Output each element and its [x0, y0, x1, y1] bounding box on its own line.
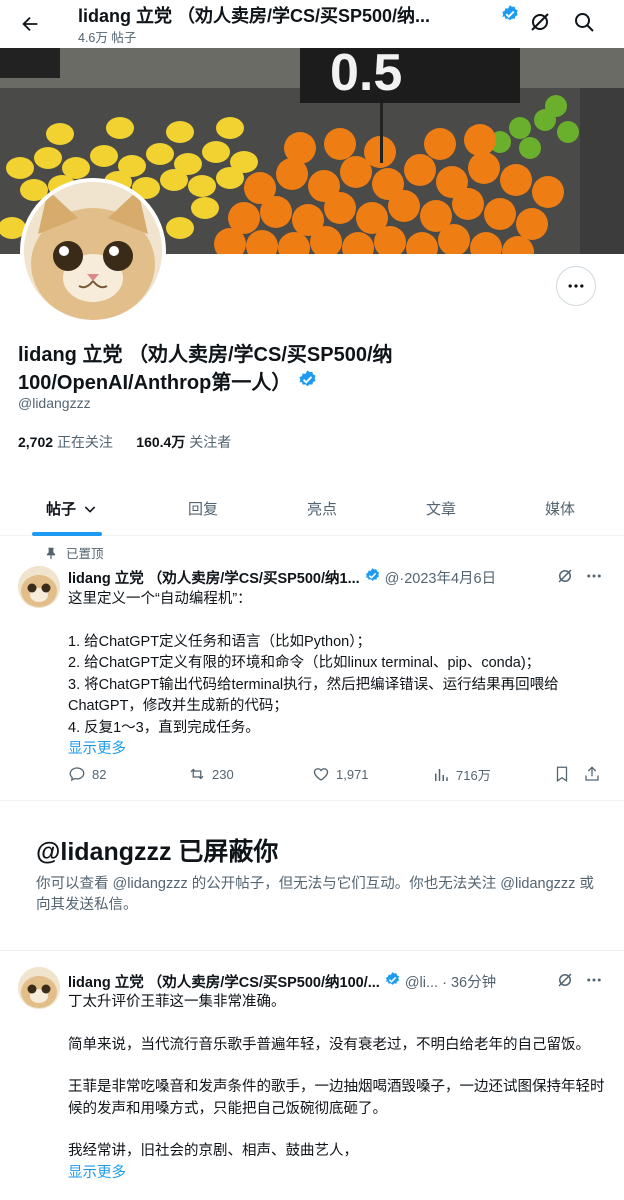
tweet-line: 3. 将ChatGPT输出代码给terminal执行，然后把编译错误、运行结果再…: [68, 676, 559, 715]
tweet-text: 丁太升评价王菲这一集非常准确。 简单来说，当代流行音乐歌手普遍年轻，没有衰老过，…: [68, 992, 608, 1184]
tab-posts-label: 帖子: [46, 501, 77, 518]
views-chart-icon: [435, 768, 448, 781]
tweet-line: 我经常讲，旧社会的京剧、相声、鼓曲艺人，: [68, 1143, 358, 1159]
tweet-line: 简单来说，当代流行音乐歌手普遍年轻，没有衰老过，不明白给老年的自己留饭。: [68, 1036, 590, 1053]
pin-icon: [46, 547, 56, 559]
tweet-line: 这里定义一个“自动编程机”：: [68, 591, 252, 607]
profile-name: lidang 立党 （劝人卖房/学CS/买SP500/纳 100/OpenAI/…: [18, 342, 618, 398]
blocked-title: @lidangzzz 已屏蔽你: [36, 838, 279, 866]
show-more-link[interactable]: 显示更多: [68, 739, 608, 761]
profile-name-line2: 100/OpenAI/Anthrop第一人）: [18, 372, 292, 394]
reply-button[interactable]: 82: [68, 765, 106, 783]
verified-badge-icon: [384, 971, 401, 992]
tab-articles[interactable]: 文章: [426, 498, 456, 519]
following-label: 正在关注: [56, 434, 113, 450]
tweet-avatar[interactable]: [18, 566, 60, 608]
tweet-line: 1. 给ChatGPT定义任务和语言（比如Python）；: [68, 633, 371, 650]
like-button[interactable]: 1,971: [312, 765, 369, 783]
grok-icon[interactable]: [556, 567, 574, 590]
reply-count: 82: [92, 766, 107, 782]
header-title: lidang 立党 （劝人卖房/学CS/买SP500/纳...: [78, 6, 431, 26]
tweet-actions: 82 230 1,971 716万: [68, 765, 608, 787]
following-link[interactable]: 2,702 正在关注: [18, 434, 113, 450]
tweet-meta[interactable]: @·2023年4月6日: [385, 567, 496, 588]
heart-icon: [313, 768, 329, 781]
grok-icon[interactable]: [556, 971, 574, 994]
tweet-line: 王菲是非常吃嗓音和发声条件的歌手，一边抽烟喝酒毁嗓子，一边还试图保持年轻时候的发…: [68, 1079, 605, 1117]
more-options-button[interactable]: [556, 266, 596, 306]
tweet-meta[interactable]: @li... · 36分钟: [405, 971, 496, 992]
tab-replies[interactable]: 回复: [188, 498, 218, 519]
tweet-more-icon[interactable]: [584, 971, 604, 994]
profile-name-line1: lidang 立党 （劝人卖房/学CS/买SP500/纳: [18, 344, 393, 366]
views-button[interactable]: 716万: [432, 765, 491, 784]
followers-count: 160.4万: [136, 434, 186, 450]
like-count: 1,971: [336, 766, 369, 782]
divider: [0, 800, 624, 801]
followers-label: 关注者: [189, 434, 232, 450]
tweet-header: lidang 立党 （劝人卖房/学CS/买SP500/纳1... @·2023年…: [68, 567, 496, 588]
tweet-header: lidang 立党 （劝人卖房/学CS/买SP500/纳100/... @li.…: [68, 971, 496, 992]
verified-badge-icon: [297, 369, 318, 398]
tweet-line: 4. 反复1～3，直到完成任务。: [68, 719, 260, 736]
tab-posts[interactable]: 帖子: [46, 498, 98, 519]
profile-avatar[interactable]: [20, 178, 166, 324]
verified-badge-icon: [500, 4, 520, 29]
retweet-count: 230: [212, 766, 234, 782]
retweet-icon: [190, 768, 204, 780]
followers-link[interactable]: 160.4万 关注者: [136, 434, 231, 450]
tweet-more-icon[interactable]: [584, 567, 604, 590]
tweet-line: 丁太升评价王菲这一集非常准确。: [68, 994, 286, 1010]
follow-stats: 2,702 正在关注 160.4万 关注者: [18, 432, 231, 452]
tab-highlights[interactable]: 亮点: [307, 498, 337, 519]
tweet-author-name[interactable]: lidang 立党 （劝人卖房/学CS/买SP500/纳100/...: [68, 971, 380, 992]
profile-handle: @lidangzzz: [18, 395, 91, 411]
view-count: 716万: [456, 768, 491, 783]
tweet-avatar[interactable]: [18, 967, 60, 1009]
tweet-line: 2. 给ChatGPT定义有限的环境和命令（比如linux terminal、p…: [68, 655, 541, 671]
blocked-text: 你可以查看 @lidangzzz 的公开帖子，但无法与它们互动。你也无法关注 @…: [36, 876, 594, 913]
following-count: 2,702: [18, 434, 54, 450]
search-icon[interactable]: [572, 10, 596, 39]
retweet-button[interactable]: 230: [188, 765, 234, 783]
bookmark-icon[interactable]: [553, 765, 571, 783]
verified-badge-icon: [364, 567, 381, 588]
chevron-down-icon: [84, 505, 96, 513]
top-bar: lidang 立党 （劝人卖房/学CS/买SP500/纳... 4.6万 帖子: [0, 0, 624, 48]
reply-icon: [69, 767, 85, 782]
tweet-author-name[interactable]: lidang 立党 （劝人卖房/学CS/买SP500/纳1...: [68, 567, 360, 588]
pinned-indicator: 已置顶: [44, 543, 104, 562]
pinned-label: 已置顶: [66, 547, 104, 561]
show-more-link[interactable]: 显示更多: [68, 1163, 608, 1185]
share-icon[interactable]: [583, 765, 601, 783]
grok-icon[interactable]: [528, 10, 552, 39]
back-arrow-icon[interactable]: [14, 8, 46, 40]
ellipsis-icon: [568, 284, 584, 288]
svg-text:0.5: 0.5: [330, 48, 402, 102]
header-post-count: 4.6万 帖子: [78, 31, 137, 45]
active-tab-indicator: [32, 532, 102, 536]
profile-tabs: 帖子 回复 亮点 文章 媒体: [0, 488, 624, 536]
divider: [0, 950, 624, 951]
tab-media[interactable]: 媒体: [545, 498, 575, 519]
tweet-text: 这里定义一个“自动编程机”： 1. 给ChatGPT定义任务和语言（比如Pyth…: [68, 589, 608, 761]
